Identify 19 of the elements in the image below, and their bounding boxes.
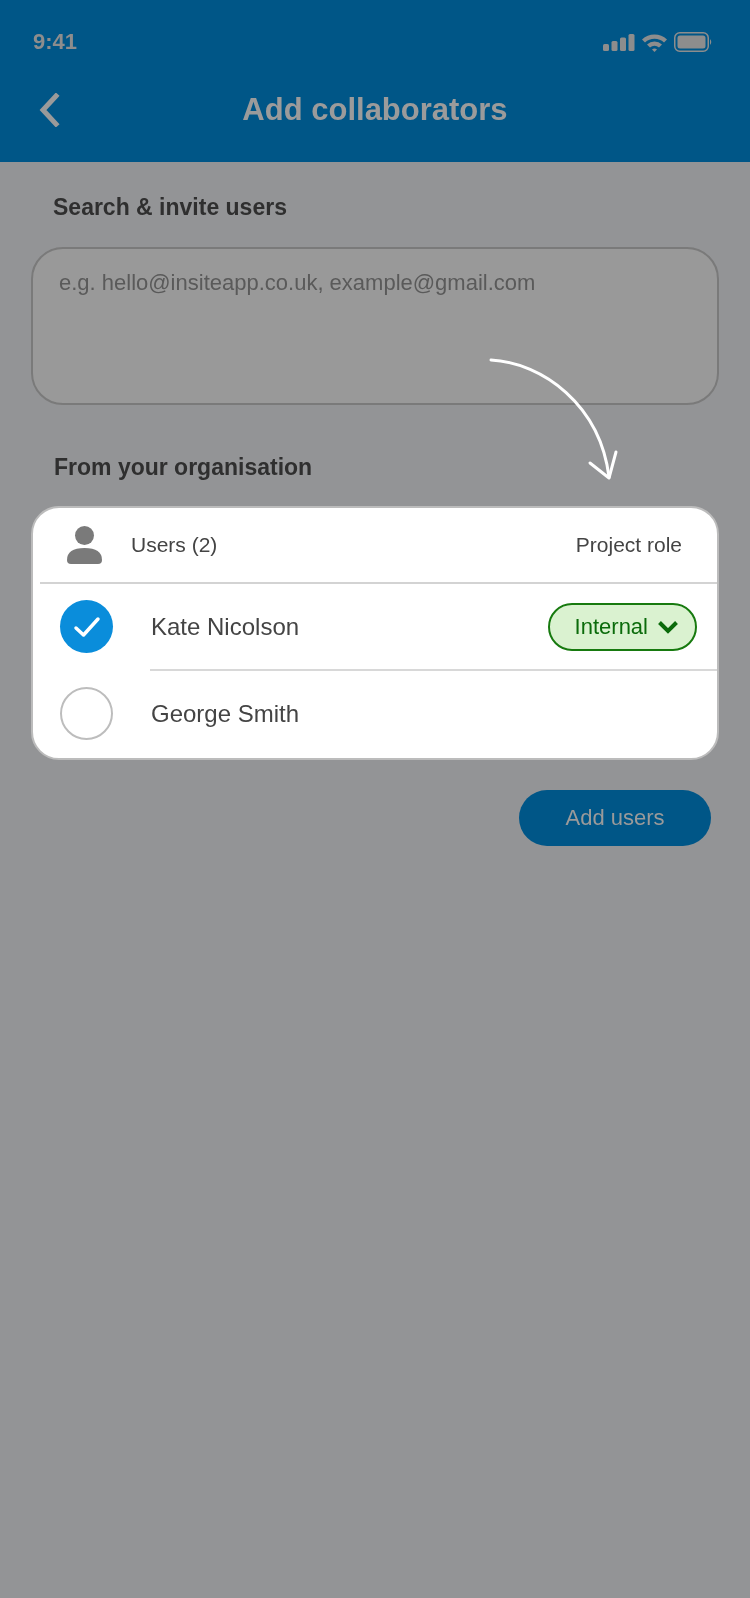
select-checkbox[interactable] <box>60 687 113 740</box>
checkmark-icon <box>72 615 101 638</box>
back-chevron-icon <box>38 93 60 127</box>
column-header: Users (2) <box>131 532 218 558</box>
section-heading: From your organisation <box>54 453 313 482</box>
chevron-down-icon <box>657 619 679 634</box>
role-dropdown[interactable]: Internal <box>547 602 697 651</box>
screen-title: Add collaborators <box>242 91 508 129</box>
signal-icon <box>603 33 635 51</box>
column-header: Project role <box>575 532 682 558</box>
invite-field[interactable]: e.g. hello@insiteapp.co.uk, example@gmail.com <box>31 247 719 405</box>
battery-icon <box>674 32 713 52</box>
section-heading: Search & invite users <box>53 193 287 222</box>
status-time: 9:41 <box>33 28 78 56</box>
person-icon <box>67 526 102 564</box>
wifi-icon <box>641 32 668 52</box>
user-name: Kate Nicolson <box>151 611 300 642</box>
select-checkbox[interactable] <box>60 600 113 653</box>
user-name: George Smith <box>151 698 300 729</box>
